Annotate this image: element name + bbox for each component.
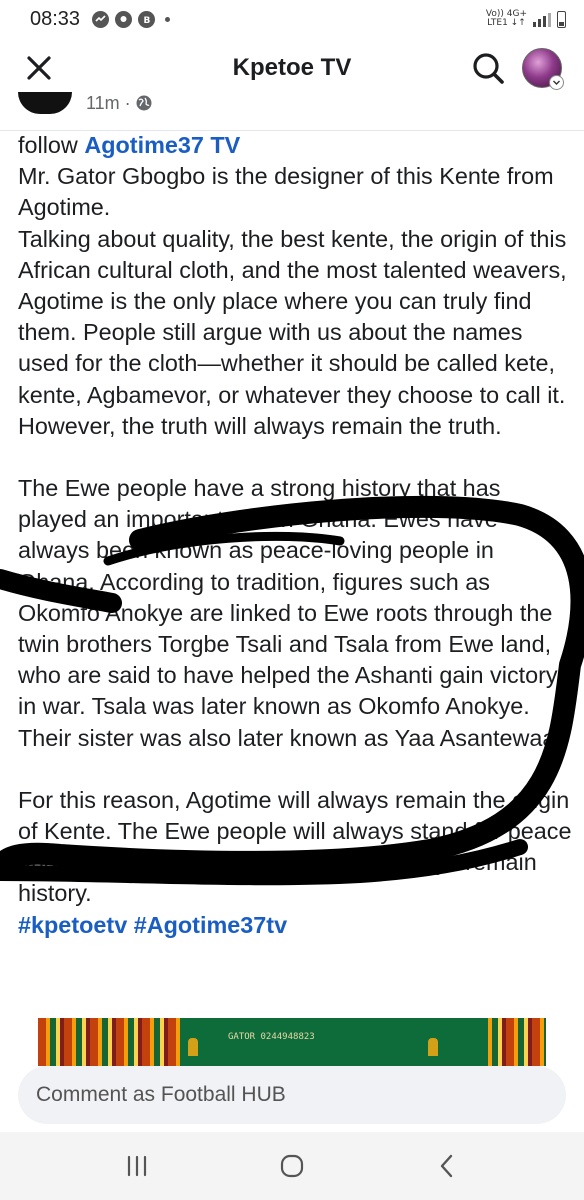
post-meta: 11m · (18, 90, 153, 116)
messenger-icon (92, 10, 110, 28)
back-icon (440, 1154, 452, 1178)
page-link[interactable]: Agotime37 TV (84, 132, 240, 158)
cloth-motif (188, 1038, 198, 1056)
system-status: Vo)) 4G+ LTE1 ↓↑ (486, 10, 566, 28)
search-icon (473, 53, 504, 84)
post-author-avatar[interactable] (18, 92, 72, 114)
svg-text:B: B (144, 16, 151, 25)
chat-icon (115, 10, 133, 28)
b-app-icon: B (138, 10, 156, 28)
follow-line: follow Agotime37 TV (18, 130, 574, 161)
home-icon (280, 1154, 304, 1178)
post-timestamp[interactable]: 11m · (86, 93, 131, 114)
follow-prefix: follow (18, 132, 85, 158)
recent-apps-button[interactable] (107, 1141, 167, 1191)
app-header: Kpetoe TV (0, 38, 584, 98)
comment-input[interactable]: Comment as Football HUB (18, 1066, 566, 1124)
hashtags[interactable]: #kpetoetv #Agotime37tv (18, 910, 574, 941)
post-text: follow Agotime37 TV Mr. Gator Gbogbo is … (18, 130, 574, 941)
network-indicator: Vo)) 4G+ LTE1 ↓↑ (486, 10, 527, 28)
paragraph-2: The Ewe people have a strong history tha… (18, 475, 562, 751)
paragraph-3: For this reason, Agotime will always rem… (18, 786, 572, 907)
signal-icon (533, 11, 551, 27)
paragraph-1: Mr. Gator Gbogbo is the designer of this… (18, 163, 567, 439)
home-button[interactable] (262, 1141, 322, 1191)
comment-placeholder: Comment as Football HUB (36, 1083, 286, 1106)
globe-icon (136, 95, 152, 111)
back-button[interactable] (417, 1141, 477, 1191)
close-button[interactable] (22, 51, 56, 85)
cloth-motif (428, 1038, 438, 1056)
more-notifications-dot (165, 16, 171, 22)
chevron-down-icon (549, 75, 564, 90)
notification-icons: B (92, 10, 171, 28)
system-nav-bar (0, 1132, 584, 1200)
kente-cloth-panel (180, 1018, 488, 1066)
network-lte: LTE1 ↓↑ (487, 18, 526, 28)
recent-apps-icon (128, 1155, 147, 1177)
status-bar: 08:33 B Vo)) 4G+ LTE1 ↓↑ (0, 0, 584, 38)
cloth-embroidery-text: GATOR 0244948823 (228, 1032, 315, 1042)
post-image[interactable]: GATOR 0244948823 (38, 1018, 546, 1066)
search-button[interactable] (470, 50, 506, 86)
close-icon (27, 56, 51, 80)
battery-icon (557, 10, 566, 28)
status-time: 08:33 (30, 7, 81, 30)
profile-menu-button[interactable] (522, 48, 564, 90)
